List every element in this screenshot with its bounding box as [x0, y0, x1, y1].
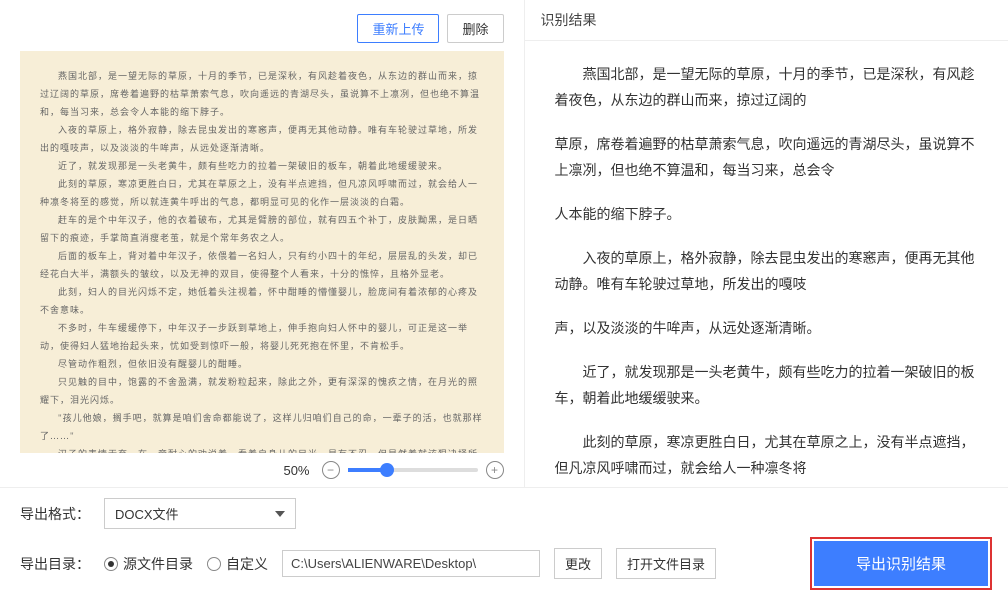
- path-input[interactable]: C:\Users\ALIENWARE\Desktop\: [282, 550, 540, 577]
- doc-line: 此刻的草原，寒凉更胜白日，尤其在草原之上，没有半点遮挡，但凡凉风呼啸而过，就会给…: [40, 175, 484, 211]
- delete-button[interactable]: 删除: [447, 14, 503, 43]
- doc-line: 后面的板车上，背对着中年汉子，依偎着一名妇人，只有约小四十的年纪，层层乱的头发，…: [40, 247, 484, 283]
- dir-label: 导出目录：: [20, 554, 90, 574]
- doc-line: 不多时，牛车缓缓停下，中年汉子一步跃到草地上，伸手抱向妇人怀中的婴儿，可正是这一…: [40, 319, 484, 355]
- zoom-out-icon[interactable]: −: [322, 461, 340, 479]
- reupload-button[interactable]: 重新上传: [357, 14, 439, 43]
- zoom-in-icon[interactable]: +: [486, 461, 504, 479]
- doc-line: 赶车的是个中年汉子，他的衣着破布，尤其是臂膀的部位，就有四五个补丁，皮肤黝黑，是…: [40, 211, 484, 247]
- change-path-button[interactable]: 更改: [554, 548, 602, 579]
- result-title: 识别结果: [525, 0, 1008, 41]
- result-paragraph: 燕国北部，是一望无际的草原，十月的季节，已是深秋，有风趁着夜色，从东边的群山而来…: [555, 61, 979, 113]
- doc-line: 近了，就发现那是一头老黄牛，颇有些吃力的拉着一架破旧的板车，朝着此地缓缓驶来。: [40, 157, 484, 175]
- document-preview: 燕国北部，是一望无际的草原，十月的季节，已是深秋，有风趁着夜色，从东边的群山而来…: [20, 51, 504, 453]
- preview-pane: 重新上传 删除 燕国北部，是一望无际的草原，十月的季节，已是深秋，有风趁着夜色，…: [0, 0, 524, 487]
- doc-line: "孩儿他娘，搁手吧，就算是咱们舍命都能说了，这样儿归咱们自己的命，一辈子的活，也…: [40, 409, 484, 445]
- chevron-down-icon: [275, 511, 285, 517]
- result-paragraph: 入夜的草原上，格外寂静，除去昆虫发出的寒窸声，便再无其他动静。唯有车轮驶过草地，…: [555, 245, 979, 297]
- radio-source-dir[interactable]: 源文件目录: [104, 554, 193, 574]
- export-panel: 导出格式： DOCX文件 导出目录： 源文件目录 自定义 C:\Users\AL…: [0, 487, 1008, 596]
- result-pane: 识别结果 燕国北部，是一望无际的草原，十月的季节，已是深秋，有风趁着夜色，从东边…: [524, 0, 1008, 487]
- doc-line: 汉子的表情无奈，在一旁耐心的劝说着，看着自身儿的目光，显有不忍，但显然着就该狠决…: [40, 445, 484, 453]
- result-paragraph: 声，以及淡淡的牛哞声，从远处逐渐清晰。: [555, 315, 979, 341]
- result-paragraph: 草原，席卷着遍野的枯草萧索气息，吹向遥远的青湖尽头，虽说算不上凛冽，但也绝不算温…: [555, 131, 979, 183]
- result-paragraph: 人本能的缩下脖子。: [555, 201, 979, 227]
- format-label: 导出格式：: [20, 504, 90, 524]
- zoom-bar: 50% − +: [20, 453, 504, 487]
- result-paragraph: 此刻的草原，寒凉更胜白日，尤其在草原之上，没有半点遮挡，但凡凉风呼啸而过，就会给…: [555, 429, 979, 481]
- zoom-slider[interactable]: [348, 468, 478, 472]
- preview-buttons: 重新上传 删除: [20, 10, 504, 51]
- doc-line: 只见触的目中，饱露的不舍盈满，就发粉粒起来，除此之外，更有深深的愧疚之情，在月光…: [40, 373, 484, 409]
- doc-line: 入夜的草原上，格外寂静，除去昆虫发出的寒窸声，便再无其他动静。唯有车轮驶过草地，…: [40, 121, 484, 157]
- result-body[interactable]: 燕国北部，是一望无际的草原，十月的季节，已是深秋，有风趁着夜色，从东边的群山而来…: [525, 41, 1008, 487]
- radio-custom-dir[interactable]: 自定义: [207, 554, 268, 574]
- open-dir-button[interactable]: 打开文件目录: [616, 548, 716, 579]
- doc-line: 尽管动作粗烈，但依旧没有醒婴儿的酣睡。: [40, 355, 484, 373]
- result-paragraph: 近了，就发现那是一头老黄牛，颇有些吃力的拉着一架破旧的板车，朝着此地缓缓驶来。: [555, 359, 979, 411]
- format-value: DOCX文件: [115, 504, 179, 523]
- zoom-percent: 50%: [283, 463, 309, 478]
- export-button[interactable]: 导出识别结果: [814, 541, 988, 586]
- format-select[interactable]: DOCX文件: [104, 498, 296, 529]
- doc-line: 此刻，妇人的目光闪烁不定，她低着头注视着，怀中酣睡的懵懂婴儿，脸庞间有着浓郁的心…: [40, 283, 484, 319]
- doc-line: 燕国北部，是一望无际的草原，十月的季节，已是深秋，有风趁着夜色，从东边的群山而来…: [40, 67, 484, 121]
